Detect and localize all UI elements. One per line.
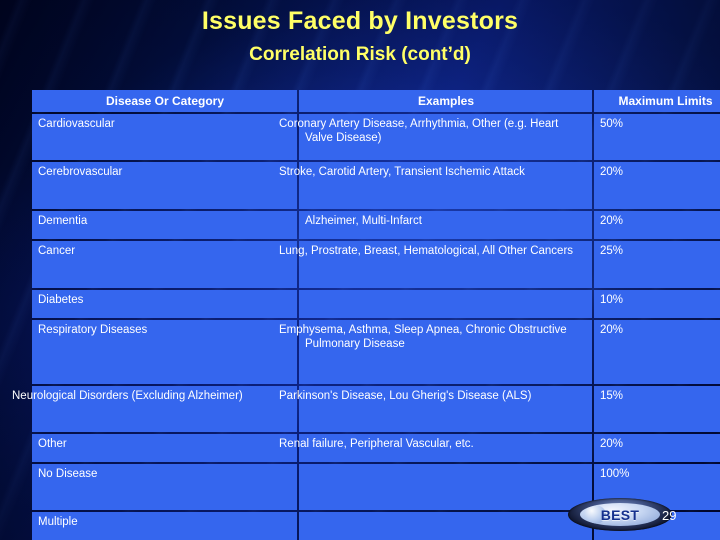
cell-limit: 10%	[594, 290, 720, 318]
cell-disease: Neurological Disorders (Excluding Alzhei…	[12, 386, 297, 432]
cell-disease: Cardiovascular	[32, 114, 297, 160]
cell-examples	[299, 290, 592, 318]
column-header-limits: Maximum Limits	[594, 90, 720, 112]
cell-limit: 20%	[594, 434, 720, 462]
logo-text: BEST	[600, 506, 640, 523]
cell-examples: Emphysema, Asthma, Sleep Apnea, Chronic …	[279, 320, 592, 384]
cell-examples: Coronary Artery Disease, Arrhythmia, Oth…	[279, 114, 592, 160]
cell-examples	[299, 512, 592, 540]
best-logo: BEST	[568, 498, 672, 531]
cell-limit: 20%	[594, 211, 720, 239]
table-row: Other Renal failure, Peripheral Vascular,…	[32, 434, 720, 462]
cell-limit: 15%	[594, 386, 720, 432]
cell-disease: Cancer	[32, 241, 297, 288]
cell-examples: Alzheimer, Multi-Infarct	[299, 211, 592, 239]
correlation-risk-table: Disease Or Category Examples Maximum Lim…	[12, 88, 720, 540]
table-header: Disease Or Category Examples Maximum Lim…	[32, 90, 720, 112]
column-header-disease: Disease Or Category	[32, 90, 297, 112]
cell-disease: Respiratory Diseases	[32, 320, 297, 384]
cell-disease: Other	[32, 434, 297, 462]
cell-examples: Lung, Prostrate, Breast, Hematological, …	[279, 241, 592, 288]
slide-canvas: Issues Faced by Investors Correlation Ri…	[0, 0, 720, 540]
cell-disease: Cerebrovascular	[32, 162, 297, 209]
table-body: Cardiovascular Coronary Artery Disease, A…	[12, 114, 720, 540]
table-row: Cardiovascular Coronary Artery Disease, A…	[32, 114, 720, 160]
table-row: Cerebrovascular Stroke, Carotid Artery, T…	[32, 162, 720, 209]
page-subtitle: Correlation Risk (cont’d)	[249, 44, 471, 65]
table-row: Diabetes 10%	[32, 290, 720, 318]
table-row: Dementia Alzheimer, Multi-Infarct 20%	[32, 211, 720, 239]
cell-examples: Stroke, Carotid Artery, Transient Ischem…	[279, 162, 592, 209]
page-number: 29	[662, 508, 677, 523]
cell-disease: No Disease	[32, 464, 297, 510]
cell-limit: 25%	[594, 241, 720, 288]
cell-limit: 20%	[594, 162, 720, 209]
cell-examples: Renal failure, Peripheral Vascular, etc.	[279, 434, 592, 462]
title-block: Issues Faced by Investors Correlation Ri…	[0, 6, 720, 68]
table-row: Respiratory Diseases Emphysema, Asthma, S…	[32, 320, 720, 384]
column-header-examples: Examples	[299, 90, 592, 112]
cell-examples: Parkinson's Disease, Lou Gherig's Diseas…	[279, 386, 592, 432]
cell-disease: Diabetes	[32, 290, 297, 318]
cell-limit: 50%	[594, 114, 720, 160]
cell-examples	[299, 464, 592, 510]
table-header-row: Disease Or Category Examples Maximum Lim…	[32, 90, 720, 112]
cell-disease: Multiple	[32, 512, 297, 540]
cell-disease: Dementia	[32, 211, 297, 239]
page-title: Issues Faced by Investors	[201, 7, 519, 35]
cell-limit: 20%	[594, 320, 720, 384]
table-row: Cancer Lung, Prostrate, Breast, Hematolog…	[32, 241, 720, 288]
table-row: Neurological Disorders (Excluding Alzhei…	[12, 386, 720, 432]
